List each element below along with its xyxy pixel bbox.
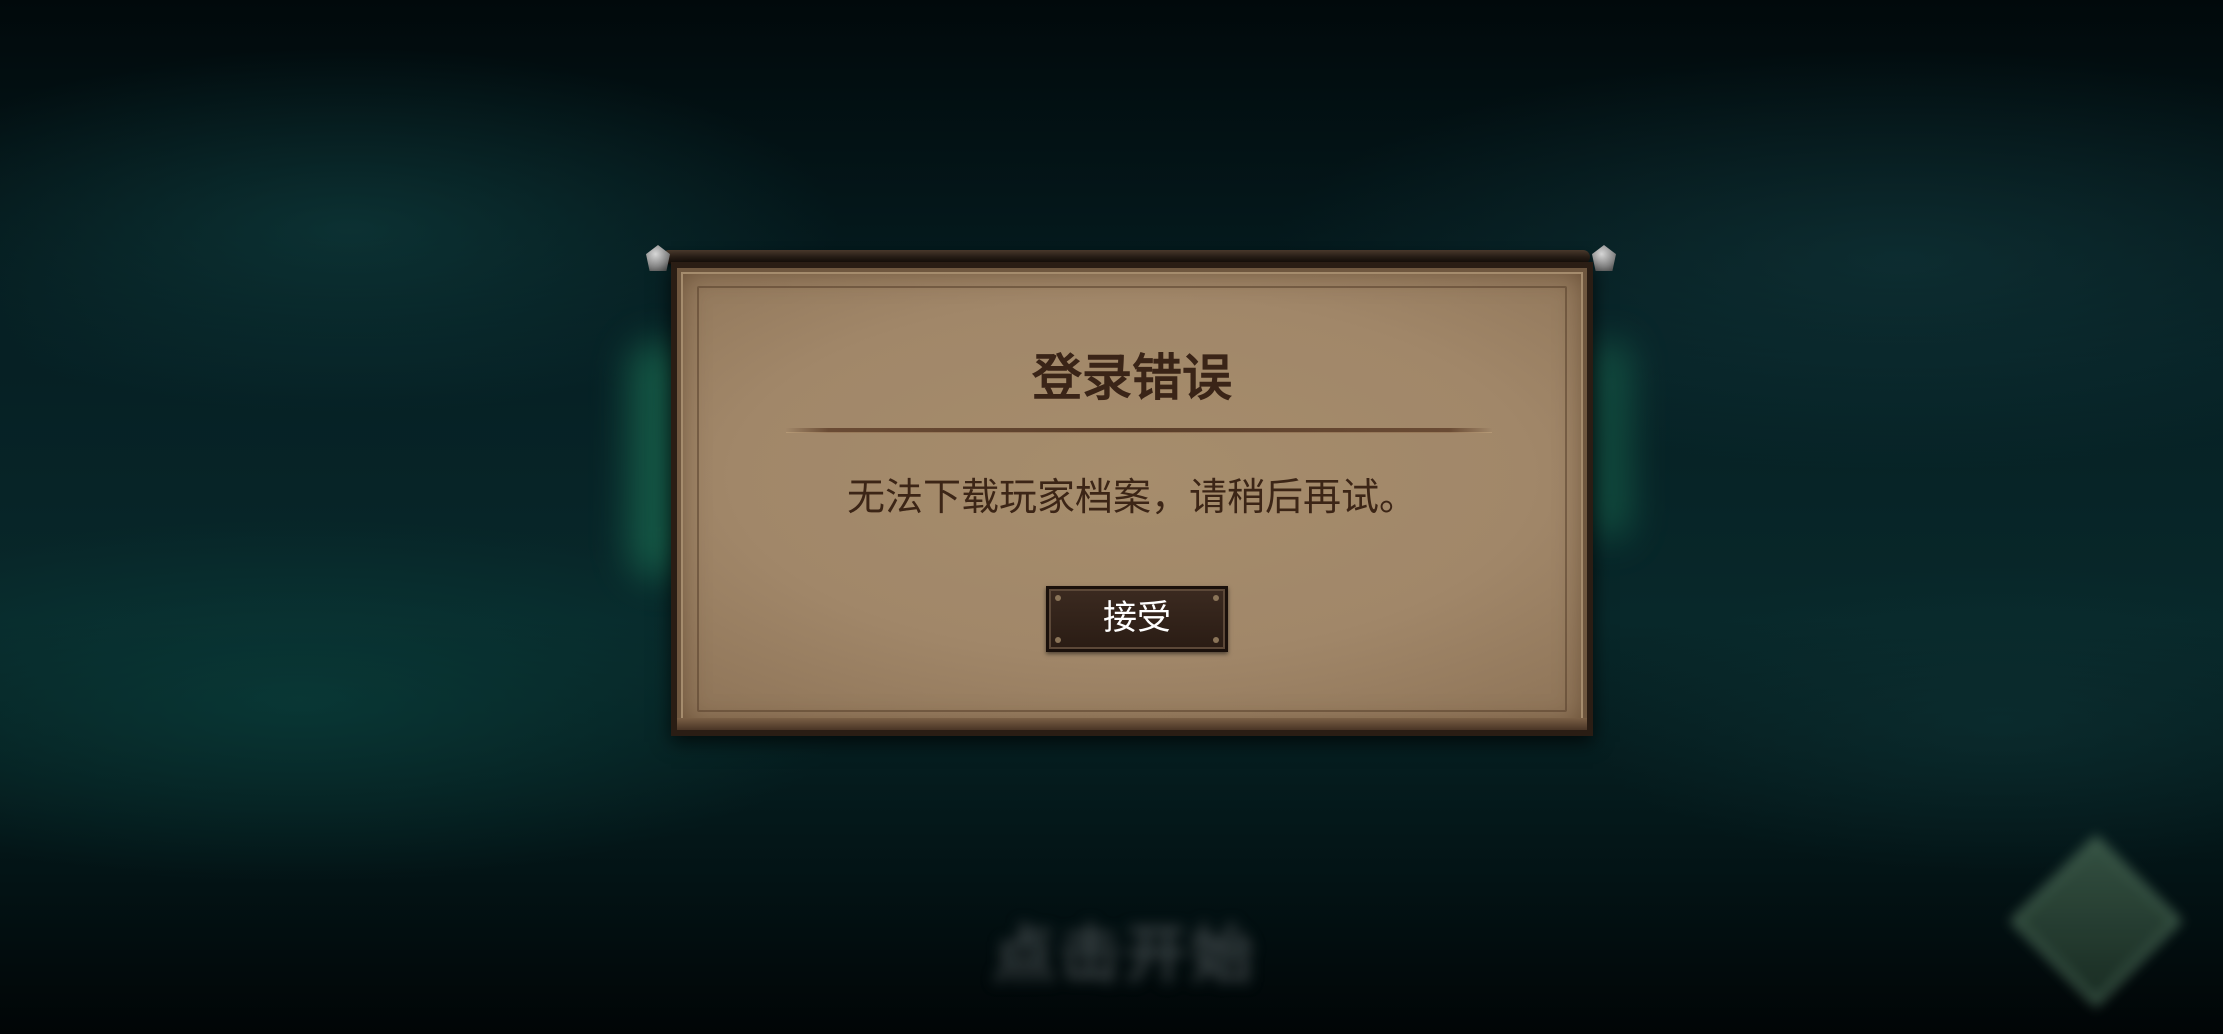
button-rivet-icon xyxy=(1055,595,1061,601)
tap-to-start-label[interactable]: 点击开始 xyxy=(990,915,1260,995)
button-rivet-icon xyxy=(1213,595,1219,601)
corner-emblem-icon[interactable] xyxy=(2009,834,2183,1008)
title-divider xyxy=(786,428,1492,433)
button-rivet-icon xyxy=(1213,637,1219,643)
dialog-title: 登录错误 xyxy=(1032,349,1232,407)
accept-button[interactable]: 接受 xyxy=(1046,586,1228,652)
dialog-bottom-trim xyxy=(677,718,1587,730)
dialog-message: 无法下载玩家档案，请稍后再试。 xyxy=(846,475,1417,519)
button-rivet-icon xyxy=(1055,637,1061,643)
login-error-dialog: 登录错误 无法下载玩家档案，请稍后再试。 接受 xyxy=(671,262,1593,736)
corner-blurred-label xyxy=(1900,900,2005,934)
accept-button-label: 接受 xyxy=(1103,598,1171,638)
background-blurred-green-shape-right xyxy=(1590,340,1630,540)
